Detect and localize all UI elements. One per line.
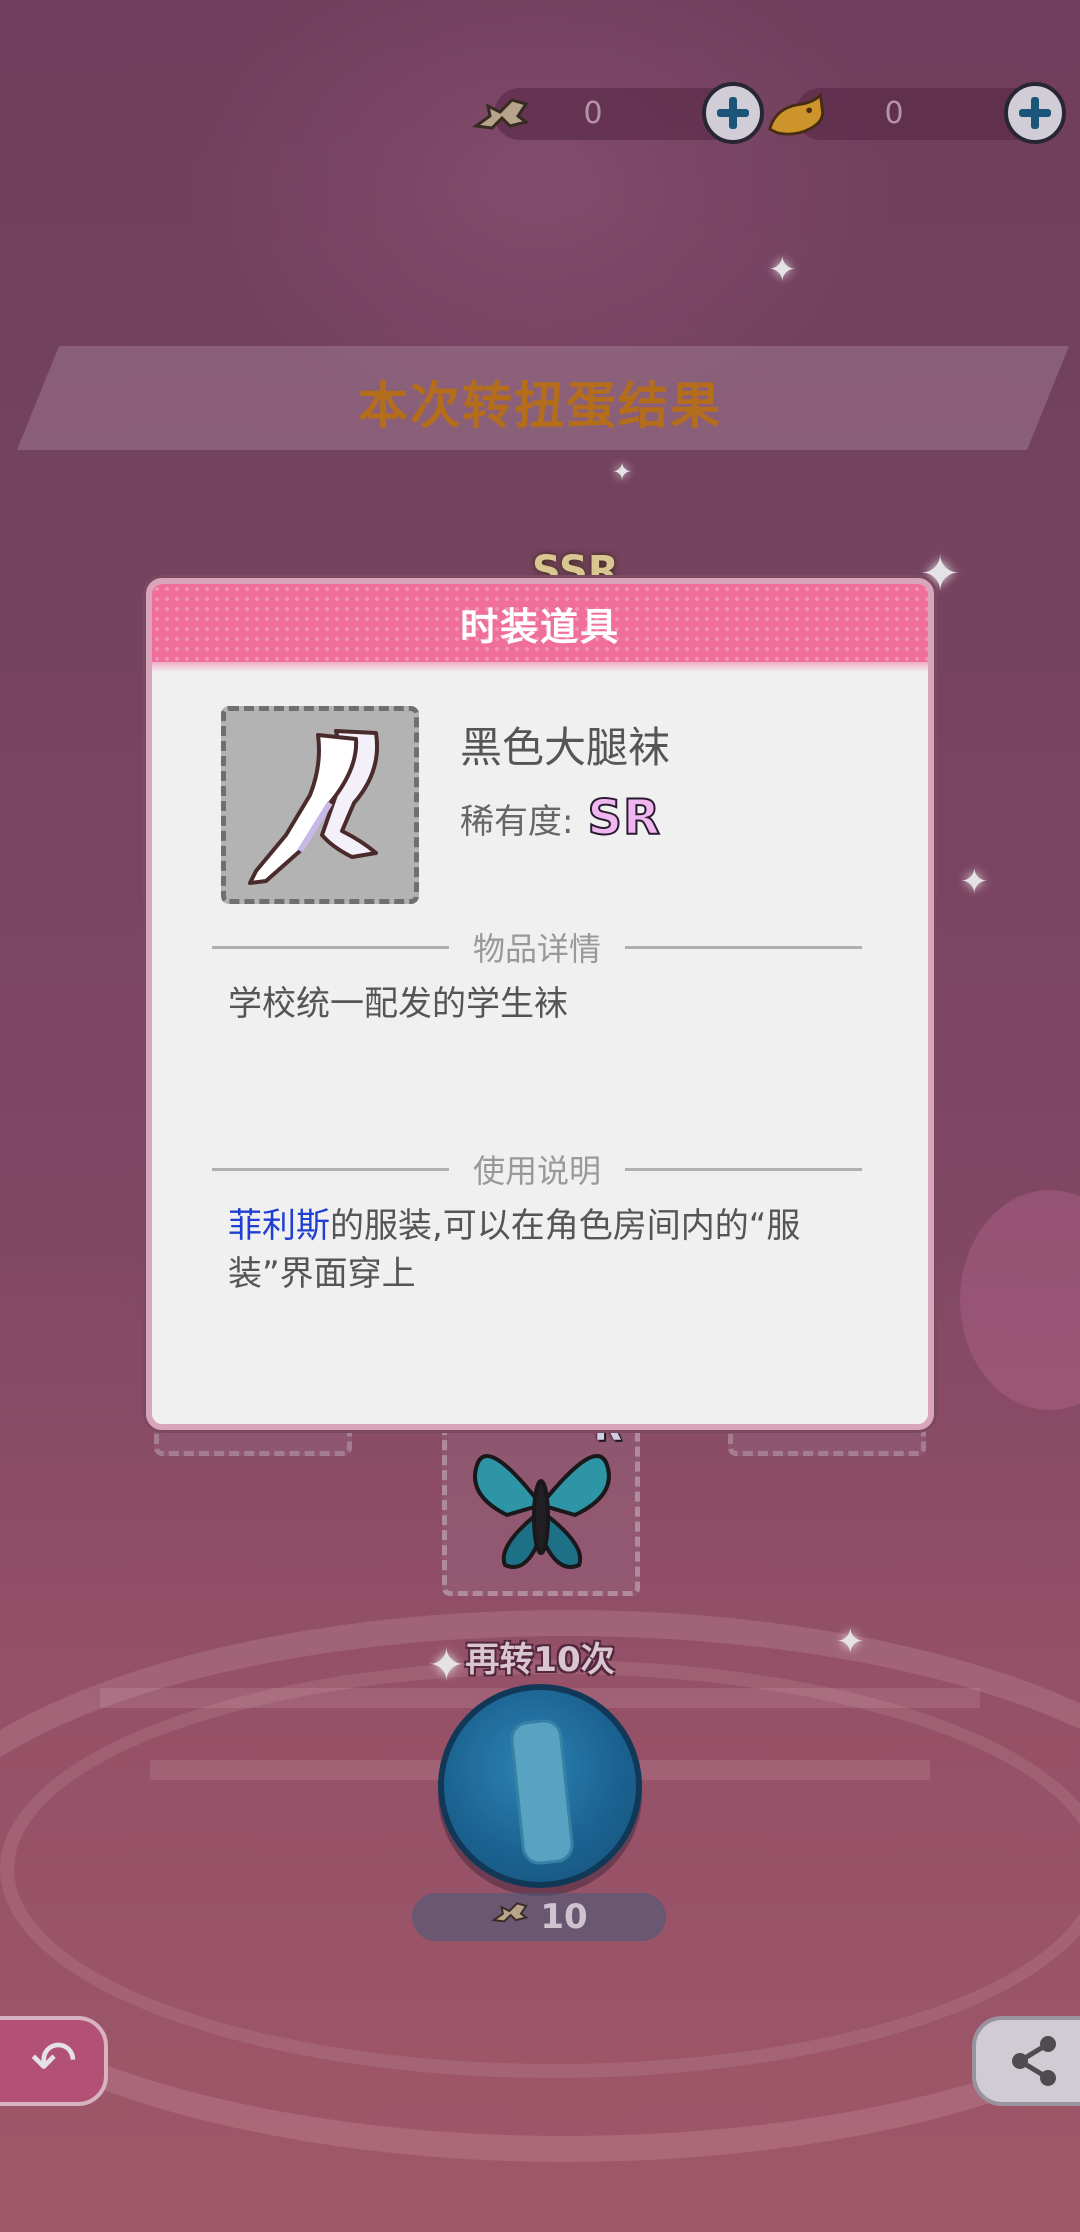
rarity-row: 稀有度: SR: [460, 789, 661, 847]
item-detail-dialog: 时装道具 黑色大腿袜 稀有度: SR 物品详情 学校统一配发的学生袜 使用说明 …: [146, 578, 934, 1430]
dialog-title: 时装道具: [459, 604, 620, 649]
gacha-result-screen: 0 0 本次转扭蛋结果 SSR R 再转10: [0, 0, 1080, 2232]
rarity-label: 稀有度:: [460, 801, 574, 842]
item-image-frame: [221, 706, 419, 904]
stockings-icon: [248, 729, 379, 885]
item-name: 黑色大腿袜: [460, 723, 671, 772]
character-name-link[interactable]: 菲利斯: [228, 1206, 330, 1246]
details-heading: 物品详情: [473, 930, 602, 968]
usage-divider: 使用说明: [212, 1146, 863, 1192]
details-text: 学校统一配发的学生袜: [228, 984, 568, 1024]
dialog-header: 时装道具: [152, 584, 928, 672]
details-divider: 物品详情: [212, 924, 863, 970]
usage-heading: 使用说明: [473, 1152, 602, 1190]
usage-text-block: 菲利斯的服装,可以在角色房间内的“服装”界面穿上: [228, 1202, 868, 1298]
rarity-value: SR: [586, 789, 661, 847]
